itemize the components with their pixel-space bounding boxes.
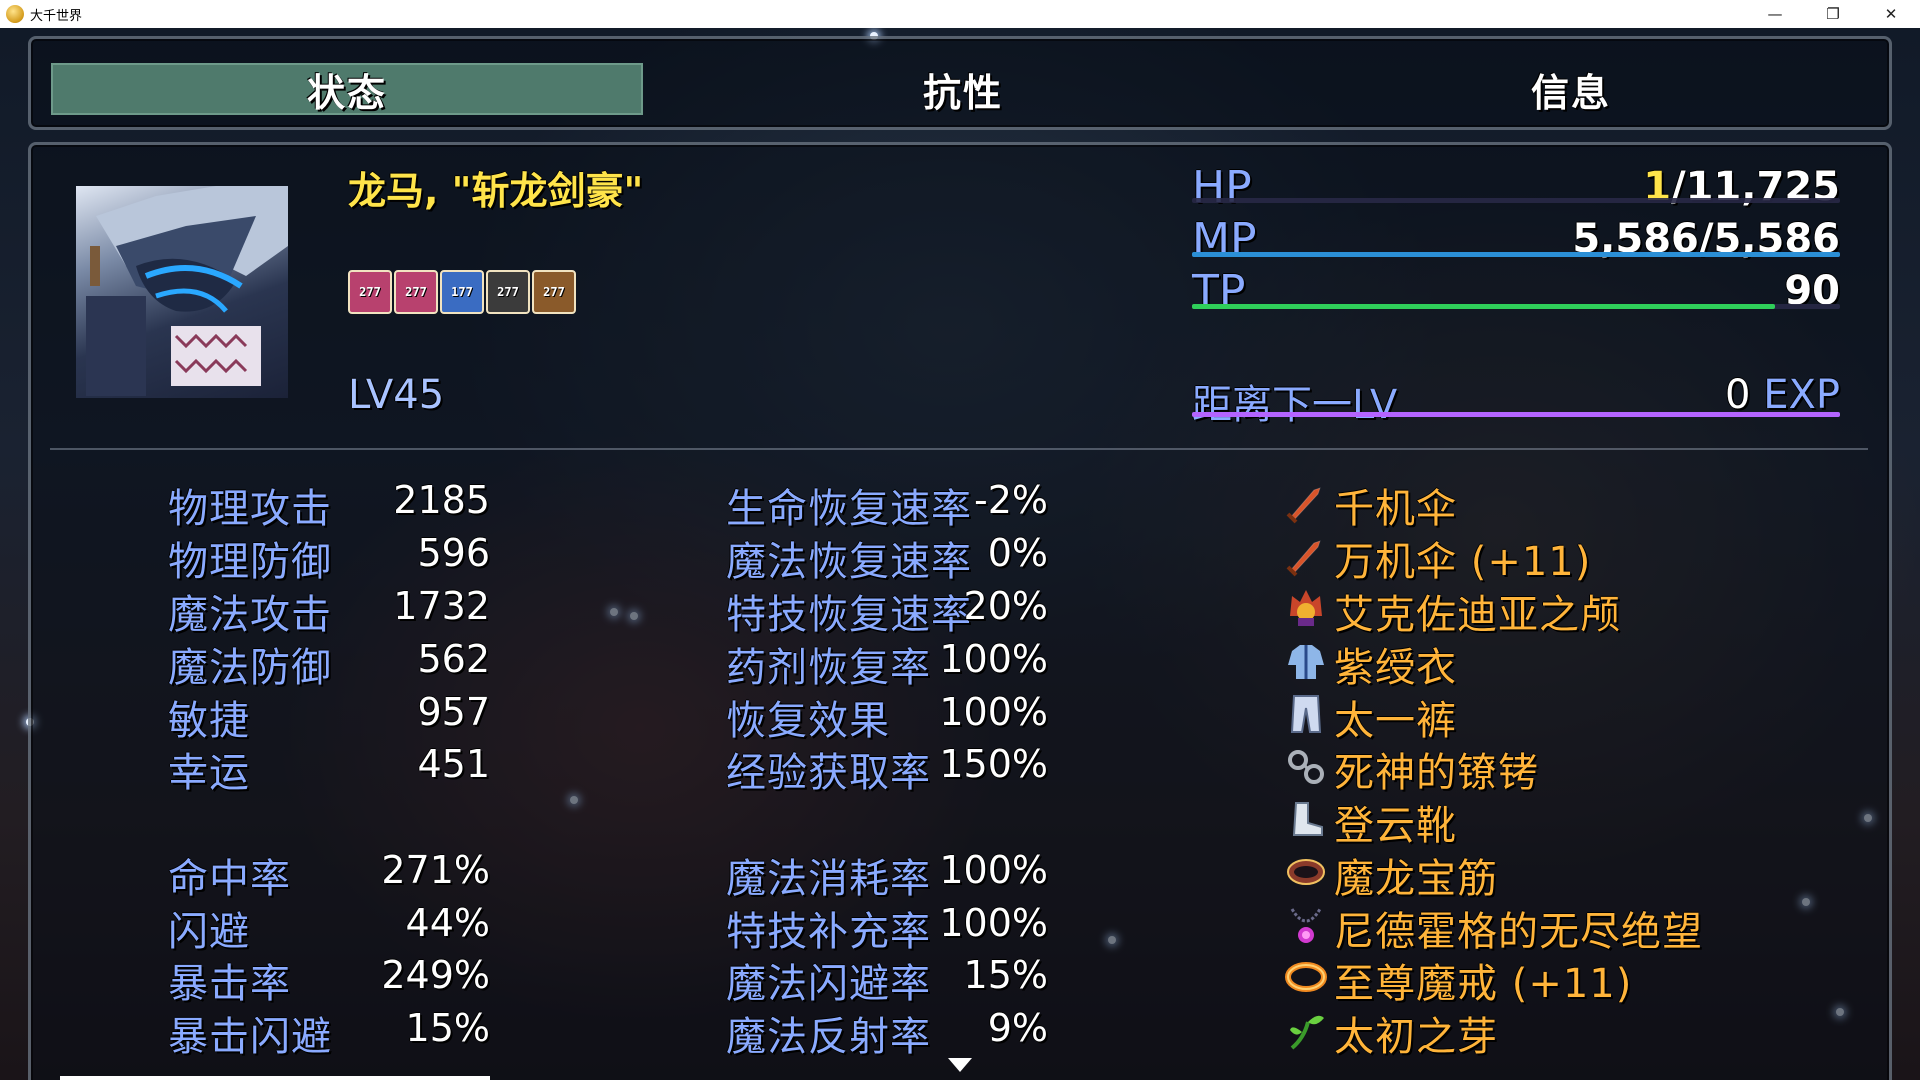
mp-gauge-fill — [1192, 252, 1840, 257]
param-label: 物理攻击 — [168, 486, 332, 532]
equipment-item-name[interactable]: 万机伞 (+11) — [1334, 529, 1591, 587]
bottom-bar — [60, 1076, 490, 1080]
tab-resistance[interactable]: 抗性 — [667, 63, 1259, 115]
shackle-icon — [1284, 744, 1328, 788]
rate-value: 15% — [963, 953, 1048, 997]
rate-label: 魔法消耗率 — [726, 856, 931, 902]
hp-gauge — [1192, 198, 1840, 203]
param-value: 562 — [417, 637, 490, 681]
param-label: 魔法防御 — [168, 645, 332, 691]
param-label: 幸运 — [168, 750, 250, 796]
equipment-item-name[interactable]: 太初之芽 — [1334, 1004, 1498, 1062]
hp-max: 11,725 — [1685, 164, 1840, 210]
hp-value: 1/11,725 — [1500, 164, 1840, 210]
rate-label: 恢复效果 — [726, 698, 890, 744]
rate-value: 150% — [939, 742, 1048, 786]
close-button[interactable]: ✕ — [1862, 0, 1920, 28]
necklace-icon — [1284, 903, 1328, 947]
param-value: 2185 — [393, 478, 490, 522]
tp-gauge-fill — [1192, 304, 1776, 309]
state-icon: 277 — [532, 270, 576, 314]
param-value: 957 — [417, 690, 490, 734]
level-value: 45 — [393, 372, 445, 418]
app-icon — [6, 5, 24, 23]
tab-panel: 状态 抗性 信息 — [28, 36, 1892, 130]
state-icon: 277 — [348, 270, 392, 314]
rate-label: 药剂恢复率 — [726, 645, 931, 691]
state-icon: 277 — [486, 270, 530, 314]
equipment-item-name[interactable]: 死神的镣铐 — [1334, 740, 1539, 798]
ring-icon — [1284, 955, 1328, 999]
rate-value: 9% — [987, 1006, 1048, 1050]
restore-button[interactable]: ❐ — [1804, 0, 1862, 28]
rate-value: 100% — [939, 690, 1048, 734]
param-value: 451 — [417, 742, 490, 786]
exp-gauge — [1192, 412, 1840, 417]
minimize-button[interactable]: — — [1746, 0, 1804, 28]
state-icon: 277 — [394, 270, 438, 314]
hp-current: 1 — [1643, 164, 1672, 210]
window-title: 大千世界 — [30, 8, 83, 24]
param-label: 暴击率 — [168, 961, 291, 1007]
param-label: 闪避 — [168, 909, 250, 955]
rate-value: 100% — [939, 848, 1048, 892]
actor-portrait — [76, 186, 288, 398]
equipment-item-name[interactable]: 太一裤 — [1334, 688, 1457, 746]
hp-label: HP — [1192, 162, 1252, 213]
bracelet-icon — [1284, 850, 1328, 894]
equipment-item-name[interactable]: 尼德霍格的无尽绝望 — [1334, 899, 1703, 957]
param-value: 249% — [381, 953, 490, 997]
param-label: 物理防御 — [168, 539, 332, 585]
game-screen: 状态 抗性 信息 龙马, "斩龙剑豪" 277 277 177 277 277 … — [0, 28, 1920, 1080]
equipment-item-name[interactable]: 至尊魔戒 (+11) — [1334, 951, 1632, 1009]
equipment-item-name[interactable]: 千机伞 — [1334, 476, 1457, 534]
rate-value: 20% — [963, 584, 1048, 628]
param-value: 271% — [381, 848, 490, 892]
state-icon: 177 — [440, 270, 484, 314]
hp-separator: / — [1671, 164, 1686, 210]
exp-label: 距离下一LV — [1192, 382, 1398, 428]
equipment-item-name[interactable]: 紫绶衣 — [1334, 635, 1457, 693]
divider — [50, 448, 1868, 450]
helmet-icon — [1284, 586, 1328, 630]
param-label: 暴击闪避 — [168, 1014, 332, 1060]
rate-value: -2% — [974, 478, 1048, 522]
tp-gauge — [1192, 304, 1840, 309]
tp-label: TP — [1192, 266, 1246, 317]
pants-icon — [1284, 692, 1328, 736]
actor-level: LV45 — [348, 372, 444, 418]
sword-icon — [1284, 480, 1328, 524]
param-label: 命中率 — [168, 856, 291, 902]
param-value: 596 — [417, 531, 490, 575]
param-value: 44% — [405, 901, 490, 945]
rate-label: 特技补充率 — [726, 909, 931, 955]
scroll-down-arrow-icon[interactable] — [948, 1058, 972, 1072]
rate-value: 100% — [939, 901, 1048, 945]
rate-label: 魔法反射率 — [726, 1014, 931, 1060]
mp-label: MP — [1192, 214, 1257, 265]
tab-info[interactable]: 信息 — [1275, 63, 1867, 115]
rate-value: 0% — [987, 531, 1048, 575]
rate-value: 100% — [939, 637, 1048, 681]
tab-status[interactable]: 状态 — [51, 63, 643, 115]
equipment-item-name[interactable]: 登云靴 — [1334, 793, 1457, 851]
param-label: 敏捷 — [168, 698, 250, 744]
armor-icon — [1284, 639, 1328, 683]
param-value: 1732 — [393, 584, 490, 628]
level-label: LV — [348, 372, 394, 418]
mp-gauge — [1192, 252, 1840, 257]
sword-icon — [1284, 533, 1328, 577]
rate-label: 经验获取率 — [726, 750, 931, 796]
state-icons: 277 277 177 277 277 — [348, 270, 576, 314]
param-label: 魔法攻击 — [168, 592, 332, 638]
equipment-item-name[interactable]: 魔龙宝筋 — [1334, 846, 1498, 904]
rate-label: 魔法闪避率 — [726, 961, 931, 1007]
boot-icon — [1284, 797, 1328, 841]
window-title-bar: 大千世界 — ❐ ✕ — [0, 0, 1920, 28]
sprout-icon — [1284, 1008, 1328, 1052]
actor-name: 龙马, "斩龙剑豪" — [348, 169, 644, 213]
param-value: 15% — [405, 1006, 490, 1050]
equipment-item-name[interactable]: 艾克佐迪亚之颅 — [1334, 582, 1621, 640]
